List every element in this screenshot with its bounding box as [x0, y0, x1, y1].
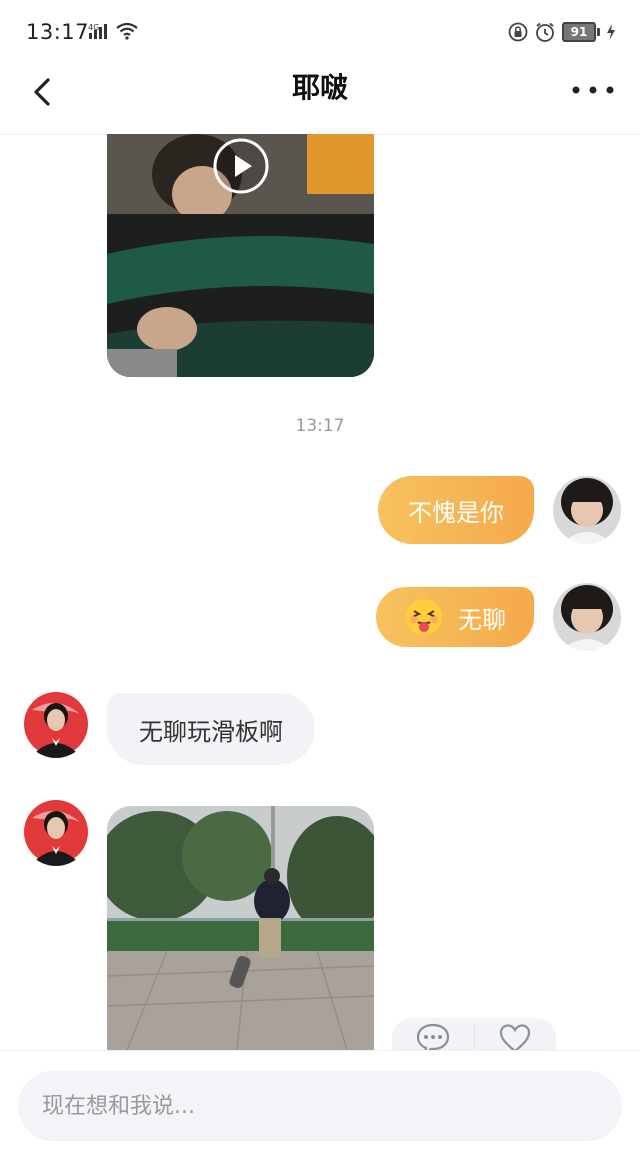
contact-avatar[interactable]	[22, 690, 90, 758]
lock-icon	[508, 22, 528, 42]
chat-title: 耶啵	[291, 71, 348, 104]
signal-icon: 4G	[88, 22, 138, 44]
outgoing-message-bubble[interactable]: 无聊	[376, 587, 534, 647]
message-text: 无聊玩滑板啊	[139, 717, 283, 746]
battery-level: 91	[562, 22, 596, 42]
status-time: 13:17	[26, 20, 90, 44]
message-text: 不愧是你	[408, 498, 504, 527]
tongue-face-emoji	[406, 599, 442, 635]
video-thumbnail	[107, 806, 374, 1050]
message-input[interactable]	[18, 1071, 622, 1141]
video-message[interactable]	[107, 134, 374, 377]
my-avatar[interactable]	[553, 476, 621, 544]
wifi-icon	[116, 22, 138, 40]
charging-icon	[607, 24, 615, 40]
network-type: 4G	[88, 23, 99, 32]
outgoing-message-bubble[interactable]: 不愧是你	[378, 476, 534, 544]
alarm-icon	[536, 22, 554, 42]
battery-icon: 91	[562, 22, 600, 42]
contact-avatar[interactable]	[22, 798, 90, 866]
play-icon[interactable]	[213, 138, 269, 194]
message-timestamp: 13:17	[295, 416, 345, 436]
message-input-area	[0, 1050, 640, 1166]
status-bar: 13:17 4G 91	[0, 0, 640, 62]
more-dots-icon	[572, 86, 614, 94]
my-avatar[interactable]	[553, 583, 621, 651]
incoming-message-bubble[interactable]: 无聊玩滑板啊	[107, 693, 315, 765]
video-message[interactable]	[107, 806, 374, 1050]
more-options-button[interactable]	[570, 78, 616, 102]
message-text: 无聊	[458, 605, 506, 634]
nav-bar: 耶啵	[0, 62, 640, 135]
